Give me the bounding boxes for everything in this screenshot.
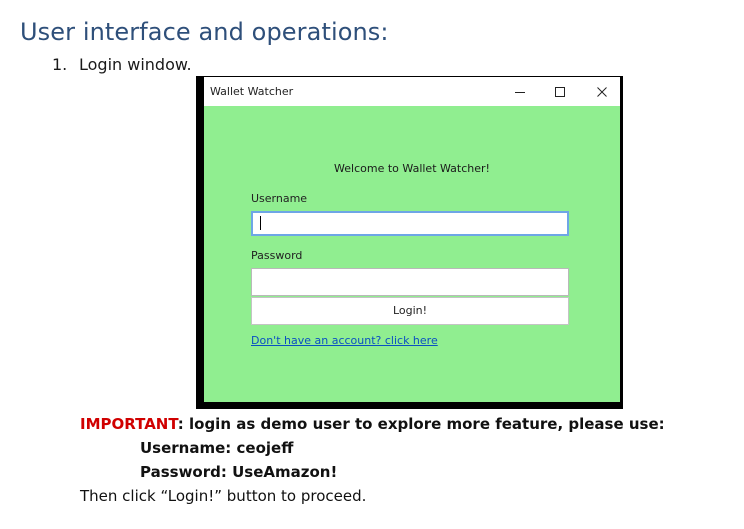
close-icon (597, 86, 607, 97)
list-item-text: Login window. (79, 55, 192, 74)
minimize-icon (515, 91, 525, 93)
list-number: 1. (52, 55, 68, 74)
maximize-button[interactable] (540, 77, 580, 106)
minimize-button[interactable] (500, 77, 540, 106)
numbered-list-item: 1. Login window. (52, 55, 192, 74)
important-label: IMPORTANT (80, 415, 178, 433)
window-titlebar[interactable]: Wallet Watcher (204, 77, 620, 106)
password-label: Password (251, 249, 303, 262)
close-button[interactable] (582, 77, 622, 106)
maximize-icon (555, 86, 565, 97)
login-window: Wallet Watcher Welcome to Wallet Watcher… (196, 76, 623, 409)
login-button[interactable]: Login! (251, 297, 569, 325)
text-caret (260, 216, 261, 230)
login-panel: Welcome to Wallet Watcher! Username Pass… (204, 106, 620, 402)
window-title: Wallet Watcher (210, 85, 294, 98)
welcome-text: Welcome to Wallet Watcher! (334, 162, 490, 175)
signup-link[interactable]: Don't have an account? click here (251, 334, 438, 347)
section-heading: User interface and operations: (20, 18, 389, 46)
proceed-instruction: Then click “Login!” button to proceed. (80, 487, 367, 505)
important-text: : login as demo user to explore more fea… (177, 415, 665, 433)
demo-password-line: Password: UseAmazon! (140, 463, 338, 481)
password-input[interactable] (251, 268, 569, 296)
username-input[interactable] (251, 211, 569, 236)
demo-username-line: Username: ceojeff (140, 439, 294, 457)
important-note: IMPORTANT: login as demo user to explore… (80, 415, 665, 433)
username-label: Username (251, 192, 308, 205)
